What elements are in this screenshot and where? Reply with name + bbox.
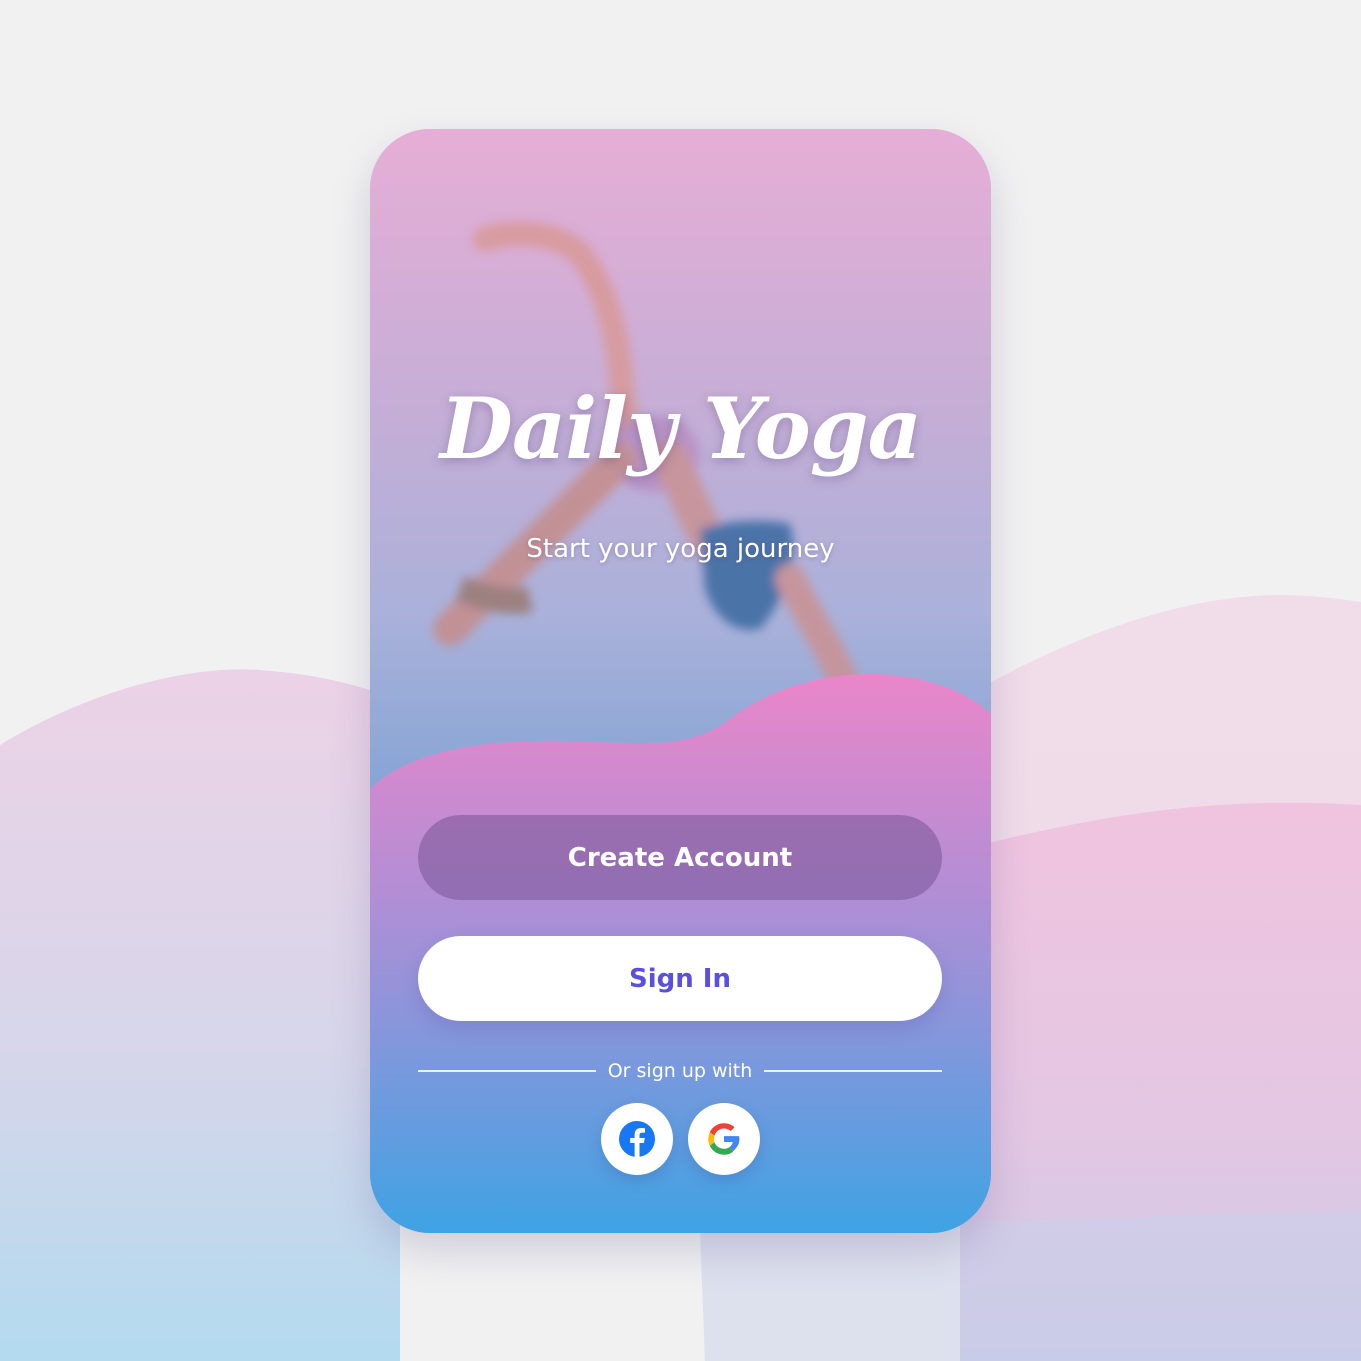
sign-in-button[interactable]: Sign In [418,936,942,1021]
divider-line-left [418,1070,596,1072]
google-icon [708,1123,740,1155]
app-title: Daily Yoga [440,379,922,478]
app-stage: Daily Yoga Start your yoga journey Creat… [0,0,1361,1361]
create-account-button[interactable]: Create Account [418,815,942,900]
app-subtitle: Start your yoga journey [526,534,835,564]
social-divider: Or sign up with [418,1058,943,1084]
facebook-signup-button[interactable] [601,1103,673,1175]
divider-label: Or sign up with [607,1060,753,1082]
divider-line-right [764,1070,943,1072]
facebook-icon [619,1121,655,1157]
phone-screen: Daily Yoga Start your yoga journey Creat… [370,129,991,1233]
google-signup-button[interactable] [688,1103,760,1175]
